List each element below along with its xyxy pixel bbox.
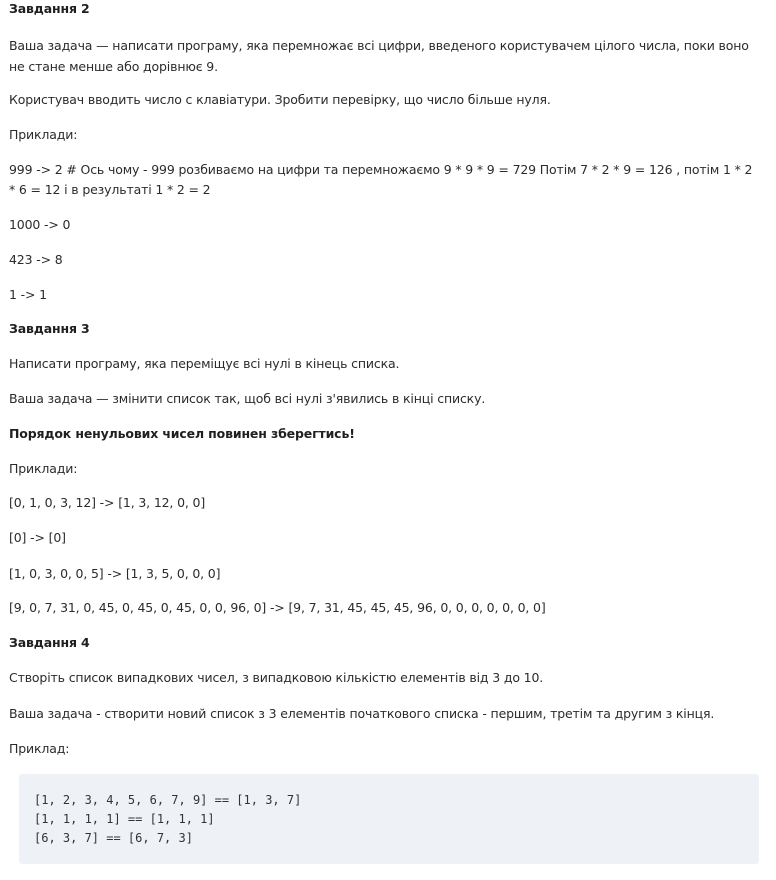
task2-example-3: 423 -> 8 bbox=[9, 252, 63, 267]
task3-heading: Завдання 3 bbox=[9, 321, 90, 336]
task4-description: Створіть список випадкових чисел, з випа… bbox=[9, 670, 544, 685]
task4-goal: Ваша задача - створити новий список з 3 … bbox=[9, 706, 715, 721]
code-line-2: [1, 1, 1, 1] == [1, 1, 1] bbox=[34, 812, 215, 826]
task3-example-1: [0, 1, 0, 3, 12] -> [1, 3, 12, 0, 0] bbox=[9, 495, 206, 510]
task2-heading: Завдання 2 bbox=[9, 1, 90, 16]
task3-examples-label: Приклади: bbox=[9, 461, 78, 476]
task4-heading: Завдання 4 bbox=[9, 635, 90, 650]
task2-example-4: 1 -> 1 bbox=[9, 287, 47, 302]
task2-example-1: 999 -> 2 # Ось чому - 999 розбиваємо на … bbox=[9, 162, 753, 197]
code-block: [1, 2, 3, 4, 5, 6, 7, 9] == [1, 3, 7] [1… bbox=[19, 774, 759, 864]
task2-input-note: Користувач вводить число с клавіатури. З… bbox=[9, 92, 551, 107]
task3-note: Порядок ненульових чисел повинен зберегт… bbox=[9, 426, 355, 441]
task2-examples-label: Приклади: bbox=[9, 127, 78, 142]
code-line-3: [6, 3, 7] == [6, 7, 3] bbox=[34, 831, 193, 845]
task3-example-2: [0] -> [0] bbox=[9, 530, 66, 545]
task2-example-2: 1000 -> 0 bbox=[9, 217, 71, 232]
code-line-1: [1, 2, 3, 4, 5, 6, 7, 9] == [1, 3, 7] bbox=[34, 793, 302, 807]
task3-description: Написати програму, яка переміщує всі нул… bbox=[9, 356, 400, 371]
task3-example-3: [1, 0, 3, 0, 0, 5] -> [1, 3, 5, 0, 0, 0] bbox=[9, 566, 221, 581]
task3-example-4: [9, 0, 7, 31, 0, 45, 0, 45, 0, 45, 0, 0,… bbox=[9, 600, 546, 615]
task4-example-label: Приклад: bbox=[9, 741, 70, 756]
task3-goal: Ваша задача — змінити список так, щоб вс… bbox=[9, 391, 486, 406]
task2-description: Ваша задача — написати програму, яка пер… bbox=[9, 38, 749, 74]
